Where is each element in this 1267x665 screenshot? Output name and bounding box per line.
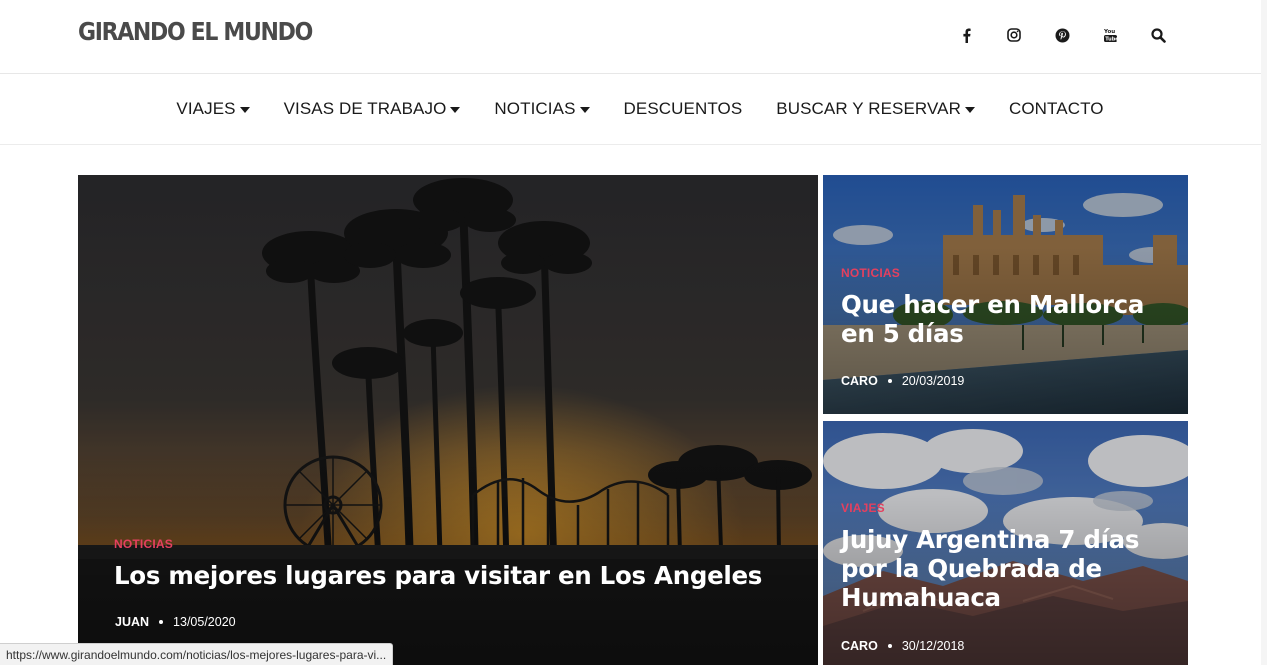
nav-item-label: VIAJES bbox=[176, 99, 236, 118]
nav-item-label: CONTACTO bbox=[1008, 99, 1104, 118]
post-meta: CARO 30/12/2018 bbox=[841, 639, 964, 653]
page: GIRANDO EL MUNDO You Tube VIAJES VISAS DE… bbox=[0, 0, 1267, 665]
caret-down-icon bbox=[964, 106, 975, 113]
browser-status-bar: https://www.girandoelmundo.com/noticias/… bbox=[0, 643, 394, 665]
svg-text:You: You bbox=[1103, 29, 1115, 35]
youtube-icon[interactable]: You Tube bbox=[1086, 23, 1134, 47]
featured-post-side-bottom[interactable]: VIAJES Jujuy Argentina 7 días por la Que… bbox=[823, 421, 1188, 665]
post-date: 30/12/2018 bbox=[901, 639, 965, 653]
featured-post-main[interactable]: NOTICIAS Los mejores lugares para visita… bbox=[78, 175, 818, 665]
pinterest-icon[interactable] bbox=[1038, 23, 1086, 47]
image-overlay bbox=[78, 175, 818, 665]
post-date: 20/03/2019 bbox=[901, 374, 965, 388]
nav-item-buscar-y-reservar[interactable]: BUSCAR Y RESERVAR bbox=[776, 99, 975, 119]
nav-item-label: NOTICIAS bbox=[494, 99, 576, 118]
caret-down-icon bbox=[450, 106, 461, 113]
site-logo[interactable]: GIRANDO EL MUNDO bbox=[78, 17, 313, 46]
post-category[interactable]: NOTICIAS bbox=[114, 537, 173, 551]
nav-item-contacto[interactable]: CONTACTO bbox=[1009, 99, 1104, 119]
nav-item-viajes[interactable]: VIAJES bbox=[176, 99, 250, 119]
nav-item-label: VISAS DE TRABAJO bbox=[283, 99, 447, 118]
post-author[interactable]: CARO bbox=[841, 639, 878, 653]
search-icon[interactable] bbox=[1134, 23, 1182, 47]
post-category[interactable]: NOTICIAS bbox=[841, 266, 900, 280]
nav-item-label: BUSCAR Y RESERVAR bbox=[776, 99, 961, 118]
nav-item-noticias[interactable]: NOTICIAS bbox=[494, 99, 590, 119]
instagram-icon[interactable] bbox=[990, 23, 1038, 47]
caret-down-icon bbox=[579, 106, 590, 113]
caret-down-icon bbox=[239, 106, 250, 113]
post-title[interactable]: Que hacer en Mallorca en 5 días bbox=[841, 290, 1171, 349]
post-meta: CARO 20/03/2019 bbox=[841, 374, 964, 388]
post-date: 13/05/2020 bbox=[173, 615, 236, 629]
page-scrollbar[interactable] bbox=[1261, 0, 1267, 665]
main-nav: VIAJES VISAS DE TRABAJO NOTICIAS DESCUEN… bbox=[0, 74, 1267, 145]
svg-text:Tube: Tube bbox=[1105, 37, 1118, 43]
post-category[interactable]: VIAJES bbox=[841, 501, 885, 515]
post-author[interactable]: CARO bbox=[841, 374, 878, 388]
facebook-icon[interactable] bbox=[942, 23, 990, 47]
top-header: GIRANDO EL MUNDO You Tube bbox=[0, 0, 1267, 74]
nav-item-visas-de-trabajo[interactable]: VISAS DE TRABAJO bbox=[284, 99, 461, 119]
nav-item-label: DESCUENTOS bbox=[623, 99, 743, 118]
featured-post-side-top[interactable]: NOTICIAS Que hacer en Mallorca en 5 días… bbox=[823, 175, 1188, 414]
post-author[interactable]: JUAN bbox=[115, 615, 149, 629]
separator-dot bbox=[159, 620, 164, 624]
post-title[interactable]: Los mejores lugares para visitar en Los … bbox=[114, 561, 794, 591]
nav-item-descuentos[interactable]: DESCUENTOS bbox=[624, 99, 743, 119]
social-links: You Tube bbox=[942, 23, 1182, 47]
post-title[interactable]: Jujuy Argentina 7 días por la Quebrada d… bbox=[841, 525, 1171, 613]
post-meta: JUAN 13/05/2020 bbox=[115, 615, 236, 629]
separator-dot bbox=[887, 644, 892, 648]
separator-dot bbox=[887, 379, 892, 383]
